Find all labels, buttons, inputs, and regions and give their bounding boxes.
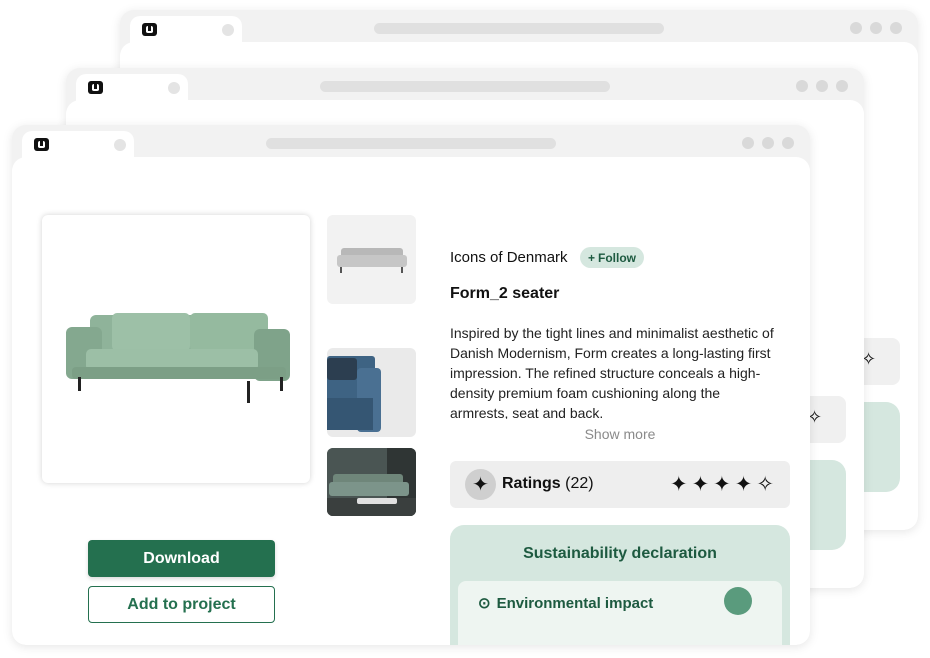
leaf-icon: ⊙ (478, 595, 491, 612)
window-controls[interactable] (742, 137, 794, 149)
product-description: Inspired by the tight lines and minimali… (450, 325, 774, 419)
star-filled-icon: ✦ (734, 473, 753, 496)
sofa-grey-image (337, 248, 407, 273)
tab-close-icon[interactable] (222, 24, 234, 36)
ratings-label: Ratings (22) (502, 475, 594, 493)
badge-icon (724, 587, 752, 615)
sustainability-panel: Sustainability declaration ⊙ Environment… (450, 525, 790, 645)
thumbnail-2[interactable] (327, 348, 416, 437)
ratings-count: (22) (565, 475, 594, 492)
plus-icon: + (588, 250, 596, 265)
browser-logo-icon (142, 23, 157, 36)
star-outline-icon: ✧ (756, 473, 774, 496)
sparkle-star-icon: ✦ (465, 469, 496, 500)
star-rating: ✦ ✦ ✦ ✦ ✧ (670, 472, 774, 497)
follow-button[interactable]: + Follow (580, 247, 645, 268)
download-button[interactable]: Download (88, 540, 275, 577)
tab-close-icon[interactable] (114, 139, 126, 151)
browser-logo-icon (34, 138, 49, 151)
ratings-title: Ratings (502, 475, 561, 492)
environmental-impact-label: Environmental impact (496, 594, 654, 612)
window-controls[interactable] (850, 22, 902, 34)
product-main-image[interactable] (42, 215, 310, 483)
star-filled-icon: ✦ (691, 473, 710, 496)
show-more-link[interactable]: Show more (450, 426, 790, 442)
sustainability-card[interactable]: ⊙ Environmental impact (458, 581, 782, 645)
address-bar[interactable] (266, 138, 556, 149)
sofa-room-image (327, 448, 416, 516)
sofa-blue-image (327, 356, 381, 432)
star-filled-icon: ✦ (669, 473, 688, 496)
add-to-project-button[interactable]: Add to project (88, 586, 275, 623)
window-controls[interactable] (796, 80, 848, 92)
product-title: Form_2 seater (450, 285, 560, 302)
address-bar[interactable] (320, 81, 610, 92)
environmental-impact-item[interactable]: ⊙ Environmental impact (478, 594, 654, 613)
star-filled-icon: ✦ (713, 473, 731, 496)
tab-close-icon[interactable] (168, 82, 180, 94)
follow-label: Follow (598, 250, 637, 265)
browser-window-front: Download Add to project Icons of Denmark… (12, 125, 810, 645)
browser-logo-icon (88, 81, 103, 94)
ratings-bar[interactable]: ✦ Ratings (22) ✦ ✦ ✦ ✦ ✧ (450, 461, 790, 508)
address-bar[interactable] (374, 23, 664, 34)
thumbnail-3[interactable] (327, 448, 416, 516)
sustainability-title: Sustainability declaration (523, 545, 717, 562)
product-page: Download Add to project Icons of Denmark… (12, 157, 810, 645)
thumbnail-1[interactable] (327, 215, 416, 304)
brand-name[interactable]: Icons of Denmark (450, 249, 568, 266)
sofa-image (66, 313, 290, 403)
